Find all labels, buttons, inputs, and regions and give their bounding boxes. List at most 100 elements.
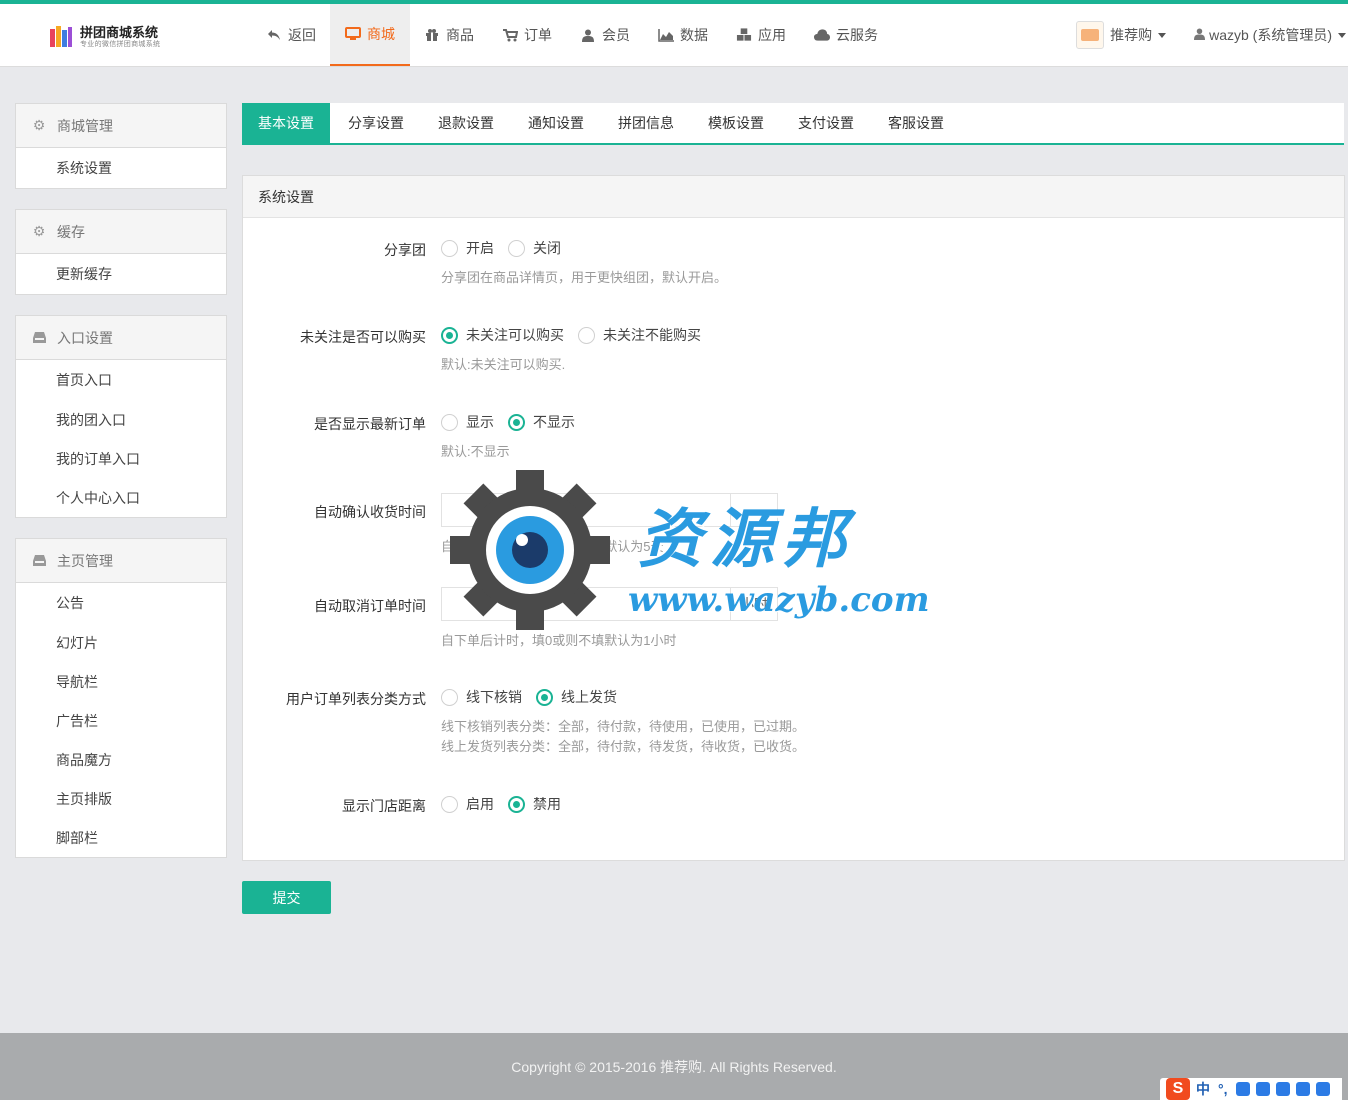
- radio-order-list-online[interactable]: 线上发货: [536, 687, 617, 707]
- radio-store-distance-off[interactable]: 禁用: [508, 794, 561, 814]
- sidebar-item-my-group-entry[interactable]: 我的团入口: [16, 400, 226, 439]
- gear-icon: ⚙: [32, 223, 46, 239]
- sidebar-item-home-entry[interactable]: 首页入口: [16, 360, 226, 400]
- radio-share-group-on[interactable]: 开启: [441, 238, 494, 258]
- inbox-icon: [31, 332, 47, 343]
- radio-order-list-offline[interactable]: 线下核销: [441, 687, 522, 707]
- area-chart-icon: [658, 28, 674, 42]
- sidebar-group-mall: ⚙ 商城管理 系统设置: [15, 103, 227, 189]
- help-text: 分享团在商品详情页，用于更快组团，默认开启。: [441, 270, 728, 285]
- nav-cloud-label: 云服务: [836, 27, 878, 43]
- tab-template[interactable]: 模板设置: [692, 103, 780, 143]
- radio-follow-buy-allow[interactable]: 未关注可以购买: [441, 325, 564, 345]
- sidebar-group-home: 主页管理 公告 幻灯片 导航栏 广告栏 商品魔方 主页排版 脚部栏: [15, 538, 227, 858]
- store-distance-radios: 启用 禁用: [441, 794, 575, 814]
- sidebar-item-footer-bar[interactable]: 脚部栏: [16, 818, 226, 857]
- nav-goods[interactable]: 商品: [410, 4, 488, 66]
- field-label: 未关注是否可以购买: [300, 329, 426, 345]
- sidebar-item-my-order-entry[interactable]: 我的订单入口: [16, 439, 226, 478]
- nav-members[interactable]: 会员: [566, 4, 644, 66]
- gear-icon: ⚙: [32, 117, 46, 133]
- field-label: 自动确认收货时间: [314, 504, 426, 520]
- radio-share-group-off[interactable]: 关闭: [508, 238, 561, 258]
- ime-mode[interactable]: 中: [1196, 1079, 1210, 1099]
- sidebar-group-title: 入口设置: [57, 329, 113, 346]
- logo-icon: [48, 24, 74, 50]
- auto-cancel-input[interactable]: [441, 587, 730, 621]
- radio-store-distance-on[interactable]: 启用: [441, 794, 494, 814]
- sidebar-group-header[interactable]: ⚙ 缓存: [16, 210, 226, 254]
- nav-cloud[interactable]: 云服务: [800, 4, 892, 66]
- cloud-icon: [814, 29, 830, 41]
- sidebar-item-home-layout[interactable]: 主页排版: [16, 779, 226, 818]
- radio-latest-order-show[interactable]: 显示: [441, 412, 494, 432]
- shop-switcher[interactable]: 推荐购: [1076, 21, 1167, 49]
- field-label: 用户订单列表分类方式: [286, 691, 426, 707]
- tab-basic[interactable]: 基本设置: [242, 103, 330, 143]
- help-text: 自下单后计时，填0或则不填默认为1小时: [441, 633, 677, 648]
- sidebar-group-header[interactable]: 主页管理: [16, 539, 226, 583]
- nav-mall-label: 商城: [367, 26, 395, 42]
- follow-buy-radios: 未关注可以购买 未关注不能购买: [441, 325, 715, 345]
- tab-payment[interactable]: 支付设置: [782, 103, 870, 143]
- sidebar: ⚙ 商城管理 系统设置 ⚙ 缓存 更新缓存 入口设置 首页入口 我的团入口 我的…: [15, 103, 227, 878]
- monitor-icon: [345, 27, 361, 41]
- nav-mall[interactable]: 商城: [330, 4, 410, 66]
- field-label: 自动取消订单时间: [314, 598, 426, 614]
- microphone-icon[interactable]: [1255, 1082, 1270, 1096]
- field-label: 显示门店距离: [342, 798, 426, 814]
- nav-apps[interactable]: 应用: [722, 4, 800, 66]
- sidebar-item-system-settings[interactable]: 系统设置: [16, 148, 226, 188]
- sidebar-group-header[interactable]: ⚙ 商城管理: [16, 104, 226, 148]
- cubes-icon: [736, 28, 752, 42]
- main-nav: 返回 商城 商品 订单 会员 数据 应用 云服务: [252, 4, 892, 66]
- user-icon: [1194, 27, 1206, 43]
- nav-orders[interactable]: 订单: [488, 4, 566, 66]
- logo-subtitle: 专业的微信拼团商城系统: [80, 41, 161, 48]
- tab-service[interactable]: 客服设置: [872, 103, 960, 143]
- keyboard-icon[interactable]: [1275, 1082, 1290, 1096]
- user-icon[interactable]: [1295, 1082, 1310, 1096]
- help-text: 自发货后计时，填0或则不填默认为5天: [441, 539, 664, 554]
- user-menu[interactable]: wazyb (系统管理员): [1194, 25, 1346, 45]
- logo[interactable]: 拼团商城系统 专业的微信拼团商城系统: [48, 22, 160, 52]
- settings-tabs: 基本设置 分享设置 退款设置 通知设置 拼团信息 模板设置 支付设置 客服设置: [242, 103, 1344, 145]
- nav-data[interactable]: 数据: [644, 4, 722, 66]
- nav-orders-label: 订单: [524, 27, 552, 43]
- user-icon: [580, 29, 596, 42]
- auto-confirm-input[interactable]: [441, 493, 730, 527]
- sidebar-item-update-cache[interactable]: 更新缓存: [16, 254, 226, 294]
- top-bar: 拼团商城系统 专业的微信拼团商城系统 返回 商城 商品 订单 会员 数据 应用 …: [0, 0, 1348, 67]
- sidebar-group-header[interactable]: 入口设置: [16, 316, 226, 360]
- tab-group-info[interactable]: 拼团信息: [602, 103, 690, 143]
- sidebar-item-navbar[interactable]: 导航栏: [16, 662, 226, 701]
- sidebar-item-slides[interactable]: 幻灯片: [16, 623, 226, 662]
- nav-back[interactable]: 返回: [252, 4, 330, 66]
- submit-button[interactable]: 提交: [242, 881, 331, 914]
- tab-refund[interactable]: 退款设置: [422, 103, 510, 143]
- chevron-down-icon: [1338, 32, 1346, 38]
- sidebar-item-user-center-entry[interactable]: 个人中心入口: [16, 478, 226, 517]
- help-text: 默认:未关注可以购买.: [441, 357, 566, 372]
- auto-confirm-unit: [730, 493, 778, 527]
- nav-apps-label: 应用: [758, 27, 786, 43]
- help-text: 线上发货列表分类：全部，待付款，待发货，待收货，已收货。: [441, 739, 806, 754]
- cart-icon: [502, 28, 518, 42]
- radio-latest-order-hide[interactable]: 不显示: [508, 412, 575, 432]
- tab-share[interactable]: 分享设置: [332, 103, 420, 143]
- auto-cancel-unit: 小时: [730, 587, 778, 621]
- gift-icon: [424, 28, 440, 42]
- sidebar-item-notice[interactable]: 公告: [16, 583, 226, 623]
- sidebar-item-ad-bar[interactable]: 广告栏: [16, 701, 226, 740]
- nav-members-label: 会员: [602, 27, 630, 43]
- shop-avatar: [1076, 21, 1105, 49]
- skin-icon[interactable]: [1315, 1082, 1330, 1096]
- sidebar-item-goods-cube[interactable]: 商品魔方: [16, 740, 226, 779]
- radio-follow-buy-deny[interactable]: 未关注不能购买: [578, 325, 701, 345]
- tab-notify[interactable]: 通知设置: [512, 103, 600, 143]
- ime-punct[interactable]: °,: [1218, 1081, 1228, 1097]
- sidebar-group-entry: 入口设置 首页入口 我的团入口 我的订单入口 个人中心入口: [15, 315, 227, 518]
- ime-toolbar[interactable]: S 中 °,: [1160, 1078, 1342, 1100]
- emoji-icon[interactable]: [1235, 1082, 1250, 1096]
- sidebar-group-title: 商城管理: [57, 117, 113, 134]
